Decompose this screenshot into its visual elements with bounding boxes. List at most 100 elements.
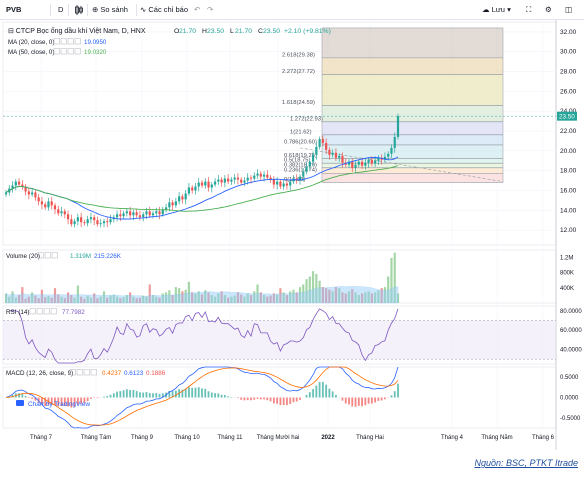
candle-body	[14, 181, 17, 186]
macd-histogram-bar	[112, 393, 115, 398]
compare-button[interactable]: ⊕ So sánh	[92, 5, 128, 14]
candle-body	[40, 201, 44, 205]
candle-body	[223, 178, 226, 183]
tradingview-logo-icon	[16, 400, 24, 406]
indicators-button[interactable]: ∿ Các chỉ báo	[140, 5, 188, 14]
macd-histogram-bar	[374, 397, 377, 403]
toolbar-divider	[87, 4, 88, 16]
macd-histogram-bar	[266, 397, 269, 401]
ohlc-value: 23.50	[263, 28, 280, 35]
rsi-y-tick: 40.0000	[560, 348, 582, 354]
fib-zone	[322, 57, 503, 75]
candle-body	[213, 181, 217, 185]
fib-zone	[322, 173, 503, 183]
macd-histogram-bar	[240, 397, 243, 400]
toolbar: PVB D ⊕ So sánh ∿ Các chỉ báo ↶ ↷ ☁ Lưu …	[0, 0, 584, 20]
macd-histogram-bar	[256, 397, 259, 399]
candle-body	[302, 171, 305, 177]
macd-histogram-bar	[354, 397, 357, 407]
macd-histogram-bar	[315, 385, 318, 398]
macd-histogram-bar	[384, 397, 386, 400]
candle-body	[115, 214, 119, 218]
candle-body	[328, 149, 331, 155]
candle-body	[325, 142, 328, 150]
candle-body	[279, 181, 282, 187]
fib-zone	[322, 121, 503, 135]
candle-body	[308, 161, 311, 167]
macd-histogram-bar	[207, 391, 210, 398]
macd-histogram-bar	[109, 394, 112, 398]
ma50-value: 19.0320	[84, 49, 107, 56]
ohlc-value: 23.50	[207, 28, 224, 35]
fullscreen-icon[interactable]: ⛶	[526, 5, 531, 15]
fib-level-label: 0.236(17.74)	[284, 168, 317, 174]
legend-title: ⊟ CTCP Bọc ống dầu khí Việt Nam, D, HNX	[8, 26, 146, 35]
undo-icon[interactable]: ↶	[194, 5, 200, 14]
screenshot-camera-icon[interactable]: ◫	[565, 5, 572, 14]
candle-body	[63, 211, 66, 215]
fib-level-label: 1.618(24.59)	[282, 100, 315, 106]
candle-body	[168, 202, 171, 208]
macd-histogram-bar	[158, 393, 161, 398]
y-tick-label: 26.00	[560, 88, 577, 95]
candle-body	[44, 204, 47, 208]
macd-histogram-bar	[299, 397, 301, 400]
macd-histogram-bar	[155, 393, 158, 398]
candle-body	[119, 214, 122, 217]
macd-histogram-bar	[24, 395, 27, 398]
macd-histogram-bar	[220, 394, 223, 398]
macd-histogram-bar	[106, 396, 109, 398]
fib-level-label: 2.618(29.38)	[282, 52, 315, 58]
toolbar-divider	[68, 4, 69, 16]
chart-area[interactable]: 12.0014.0016.0018.0020.0022.0024.0026.00…	[0, 20, 584, 450]
save-button[interactable]: ☁ Lưu ▾	[482, 5, 511, 14]
candle-body	[220, 179, 223, 183]
candle-body	[122, 213, 125, 217]
x-tick-label: 2022	[321, 435, 335, 441]
candle-body	[142, 214, 145, 218]
candle-body	[93, 217, 96, 221]
symbol-search[interactable]: PVB	[6, 5, 21, 14]
ma20-label: MA (20, close, 0)	[8, 39, 54, 46]
candle-body	[80, 217, 83, 223]
macd-histogram-bar	[116, 391, 118, 398]
x-tick-label: Tháng Năm	[481, 435, 512, 441]
candle-body	[138, 215, 142, 218]
ma20-value: 19.0950	[84, 39, 107, 46]
macd-histogram-bar	[286, 397, 288, 406]
macd-title: MACD (12, 26, close, 9)	[6, 370, 73, 377]
macd-histogram-bar	[152, 393, 154, 398]
macd-histogram-bar	[393, 391, 396, 398]
macd-histogram-bar	[390, 395, 393, 398]
macd-histogram-bar	[96, 397, 99, 399]
candle-body	[178, 196, 181, 202]
candle-body	[109, 219, 112, 223]
macd-histogram-bar	[184, 388, 187, 398]
macd-histogram-bar	[214, 393, 216, 398]
candle-body	[50, 201, 53, 206]
y-tick-label: 28.00	[560, 69, 577, 76]
settings-gear-icon[interactable]: ⚙	[545, 5, 552, 14]
candle-body	[233, 177, 236, 180]
chart-svg[interactable]: 12.0014.0016.0018.0020.0022.0024.0026.00…	[0, 20, 584, 450]
macd-histogram-bar	[335, 394, 337, 398]
x-tick-label: Tháng Tám	[81, 435, 112, 441]
macd-histogram-bar	[308, 392, 311, 398]
volume-y-tick: 800K	[560, 271, 574, 277]
macd-histogram-bar	[351, 397, 354, 407]
y-tick-label: 18.00	[560, 168, 577, 175]
redo-icon[interactable]: ↷	[207, 5, 213, 14]
candle-type-icon[interactable]	[74, 5, 84, 17]
macd-y-tick: 0.5000	[560, 375, 579, 381]
macd-histogram-bar	[90, 397, 92, 399]
candle-body	[191, 187, 194, 191]
x-tick-label: Tháng Hai	[356, 435, 384, 441]
interval-button[interactable]: D	[58, 5, 63, 14]
macd-histogram-bar	[119, 391, 122, 398]
fib-level-label: 2.272(27.72)	[282, 69, 315, 75]
candle-body	[34, 192, 37, 198]
fib-zone	[322, 144, 503, 159]
candle-body	[76, 217, 79, 222]
macd-histogram-bar	[370, 397, 373, 404]
candle-body	[305, 166, 308, 172]
